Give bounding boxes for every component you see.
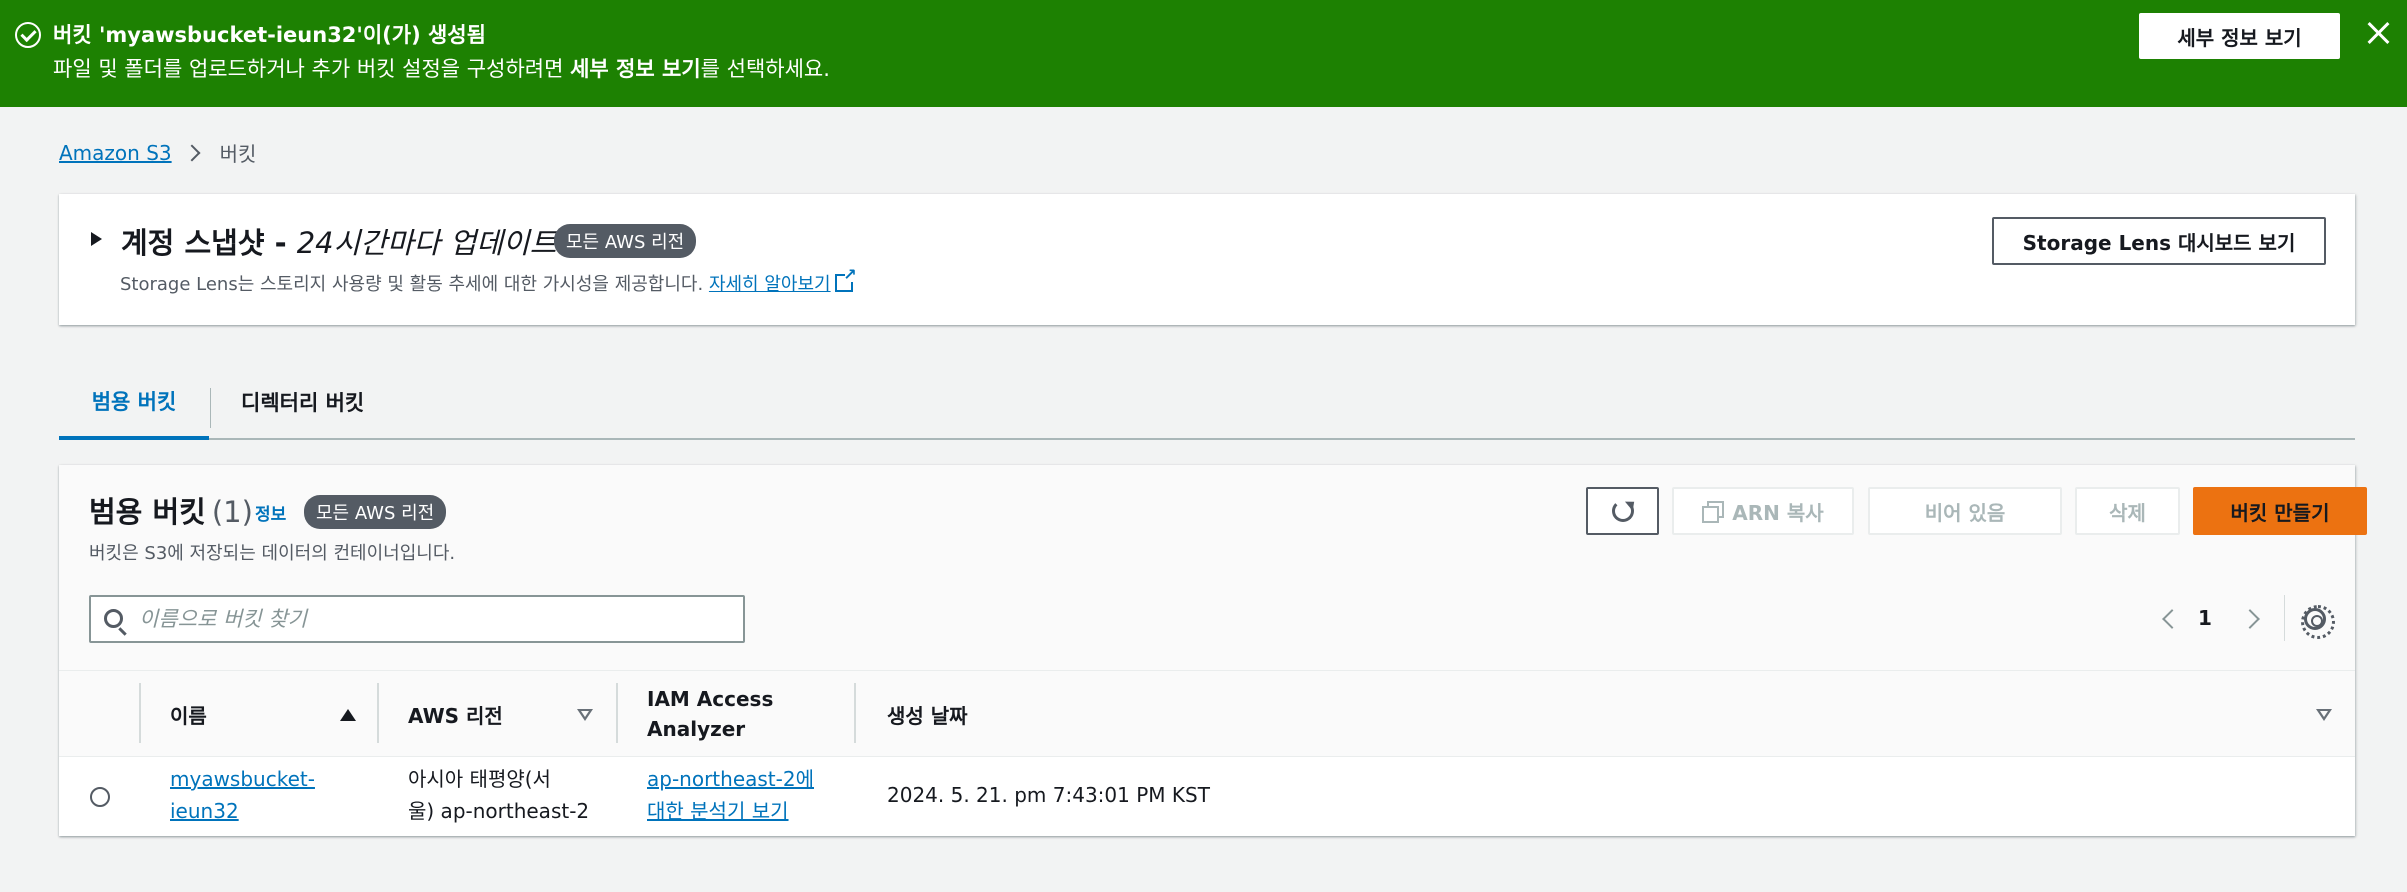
bucket-type-tabs: 범용 버킷 디렉터리 버킷 — [59, 366, 2355, 440]
sort-ascending-icon[interactable] — [340, 709, 356, 721]
iam-analyzer-line2: 대한 분석기 보기 — [647, 799, 789, 823]
tab-divider — [210, 388, 211, 428]
column-header-iam-access-analyzer[interactable]: IAM Access Analyzer — [647, 671, 773, 757]
tab-directory-buckets[interactable]: 디렉터리 버킷 — [241, 366, 364, 438]
snapshot-description: Storage Lens는 스토리지 사용량 및 활동 추세에 대한 가시성을 … — [120, 265, 857, 296]
flash-message-prefix: 파일 및 폴더를 업로드하거나 추가 버킷 설정을 구성하려면 — [53, 57, 571, 81]
column-header-iam-line2: Analyzer — [647, 717, 746, 741]
account-snapshot-panel: 계정 스냅샷 - 24시간마다 업데이트 모든 AWS 리전 Storage L… — [59, 194, 2355, 325]
bucket-name-link[interactable]: myawsbucket-ieun32 — [170, 767, 315, 823]
copy-arn-button[interactable]: ARN 복사 — [1672, 487, 1854, 535]
breadcrumb: Amazon S3 버킷 — [59, 138, 256, 167]
close-icon[interactable] — [2363, 18, 2393, 48]
copy-arn-label: ARN 복사 — [1732, 500, 1824, 525]
view-analyzer-link[interactable]: ap-northeast-2에대한 분석기 보기 — [647, 767, 814, 823]
flash-title: 버킷 'myawsbucket-ieun32'이(가) 생성됨 — [53, 23, 486, 47]
tab-general-purpose-buckets[interactable]: 범용 버킷 — [59, 366, 209, 440]
column-divider — [854, 683, 856, 743]
flash-message-suffix: 를 선택하세요. — [700, 57, 830, 81]
refresh-icon — [1610, 498, 1636, 524]
breadcrumb-current: 버킷 — [219, 142, 257, 166]
bucket-name-line2: ieun32 — [170, 799, 239, 823]
breadcrumb-amazon-s3[interactable]: Amazon S3 — [59, 141, 172, 165]
column-header-name[interactable]: 이름 — [170, 671, 207, 757]
view-details-button[interactable]: 세부 정보 보기 — [2139, 13, 2340, 59]
creation-date-cell: 2024. 5. 21. pm 7:43:01 PM KST — [887, 783, 1210, 807]
general-purpose-buckets-panel: 범용 버킷 (1) 정보 모든 AWS 리전 버킷은 S3에 저장되는 데이터의 … — [59, 465, 2367, 836]
info-link[interactable]: 정보 — [255, 500, 286, 525]
column-header-created[interactable]: 생성 날짜 — [887, 671, 968, 757]
bucket-region-line1: 아시아 태평양(서 — [408, 767, 551, 791]
bucket-region-line2: 울) ap-northeast-2 — [408, 799, 590, 823]
storage-lens-dashboard-button[interactable]: Storage Lens 대시보드 보기 — [1992, 217, 2326, 265]
bucket-name-cell: myawsbucket-ieun32 — [170, 763, 315, 827]
column-header-region[interactable]: AWS 리전 — [408, 671, 503, 757]
create-bucket-button[interactable]: 버킷 만들기 — [2193, 487, 2367, 535]
page-number[interactable]: 1 — [2198, 606, 2212, 630]
iam-analyzer-cell: ap-northeast-2에대한 분석기 보기 — [647, 763, 814, 827]
gear-icon[interactable] — [2301, 605, 2335, 639]
snapshot-title[interactable]: 계정 스냅샷 - 24시간마다 업데이트 — [121, 220, 556, 262]
buckets-count: (1) — [211, 495, 253, 529]
all-regions-badge: 모든 AWS 리전 — [304, 495, 447, 529]
external-link-icon — [834, 265, 857, 292]
iam-analyzer-line1: ap-northeast-2에 — [647, 767, 814, 791]
flash-message: 파일 및 폴더를 업로드하거나 추가 버킷 설정을 구성하려면 세부 정보 보기… — [53, 53, 830, 83]
table-header: 이름 AWS 리전 IAM Access Analyzer 생성 날짜 — [59, 670, 2355, 757]
buckets-header: 범용 버킷 (1) 정보 모든 AWS 리전 버킷은 S3에 저장되는 데이터의 … — [59, 465, 2367, 670]
sort-icon[interactable] — [577, 709, 593, 721]
buckets-title-text: 범용 버킷 — [89, 495, 206, 529]
search-icon — [104, 609, 123, 628]
bucket-search-field[interactable] — [89, 595, 745, 643]
refresh-button[interactable] — [1586, 487, 1659, 535]
empty-bucket-button[interactable]: 비어 있음 — [1868, 487, 2062, 535]
chevron-left-icon[interactable] — [2162, 609, 2182, 629]
chevron-right-icon[interactable] — [2240, 609, 2260, 629]
all-regions-badge: 모든 AWS 리전 — [554, 224, 697, 258]
search-input[interactable] — [139, 597, 729, 641]
sort-icon[interactable] — [2316, 709, 2332, 721]
flash-message-bold: 세부 정보 보기 — [570, 57, 701, 81]
column-header-iam-line1: IAM Access — [647, 687, 774, 711]
buckets-title: 범용 버킷 (1) — [89, 489, 253, 531]
column-divider — [616, 683, 618, 743]
row-select-radio[interactable] — [90, 787, 110, 807]
pager-divider — [2284, 595, 2285, 641]
chevron-right-icon — [183, 144, 201, 161]
column-divider — [139, 683, 141, 743]
bucket-name-line1: myawsbucket- — [170, 767, 315, 791]
expand-caret-icon[interactable] — [91, 232, 102, 246]
buckets-description: 버킷은 S3에 저장되는 데이터의 컨테이너입니다. — [89, 543, 456, 564]
bucket-region-cell: 아시아 태평양(서울) ap-northeast-2 — [408, 763, 589, 827]
success-flash-banner: 버킷 'myawsbucket-ieun32'이(가) 생성됨 파일 및 폴더를… — [0, 0, 2407, 107]
learn-more-link[interactable]: 자세히 알아보기 — [709, 274, 831, 295]
column-divider — [377, 683, 379, 743]
snapshot-description-text: Storage Lens는 스토리지 사용량 및 활동 추세에 대한 가시성을 … — [120, 274, 709, 295]
snapshot-subtitle: 24시간마다 업데이트 — [296, 226, 557, 260]
delete-bucket-button[interactable]: 삭제 — [2075, 487, 2180, 535]
table-row[interactable]: myawsbucket-ieun32 아시아 태평양(서울) ap-northe… — [59, 757, 2355, 836]
snapshot-title-text: 계정 스냅샷 - — [121, 226, 297, 260]
copy-icon — [1702, 501, 1725, 523]
success-check-icon — [15, 22, 41, 48]
